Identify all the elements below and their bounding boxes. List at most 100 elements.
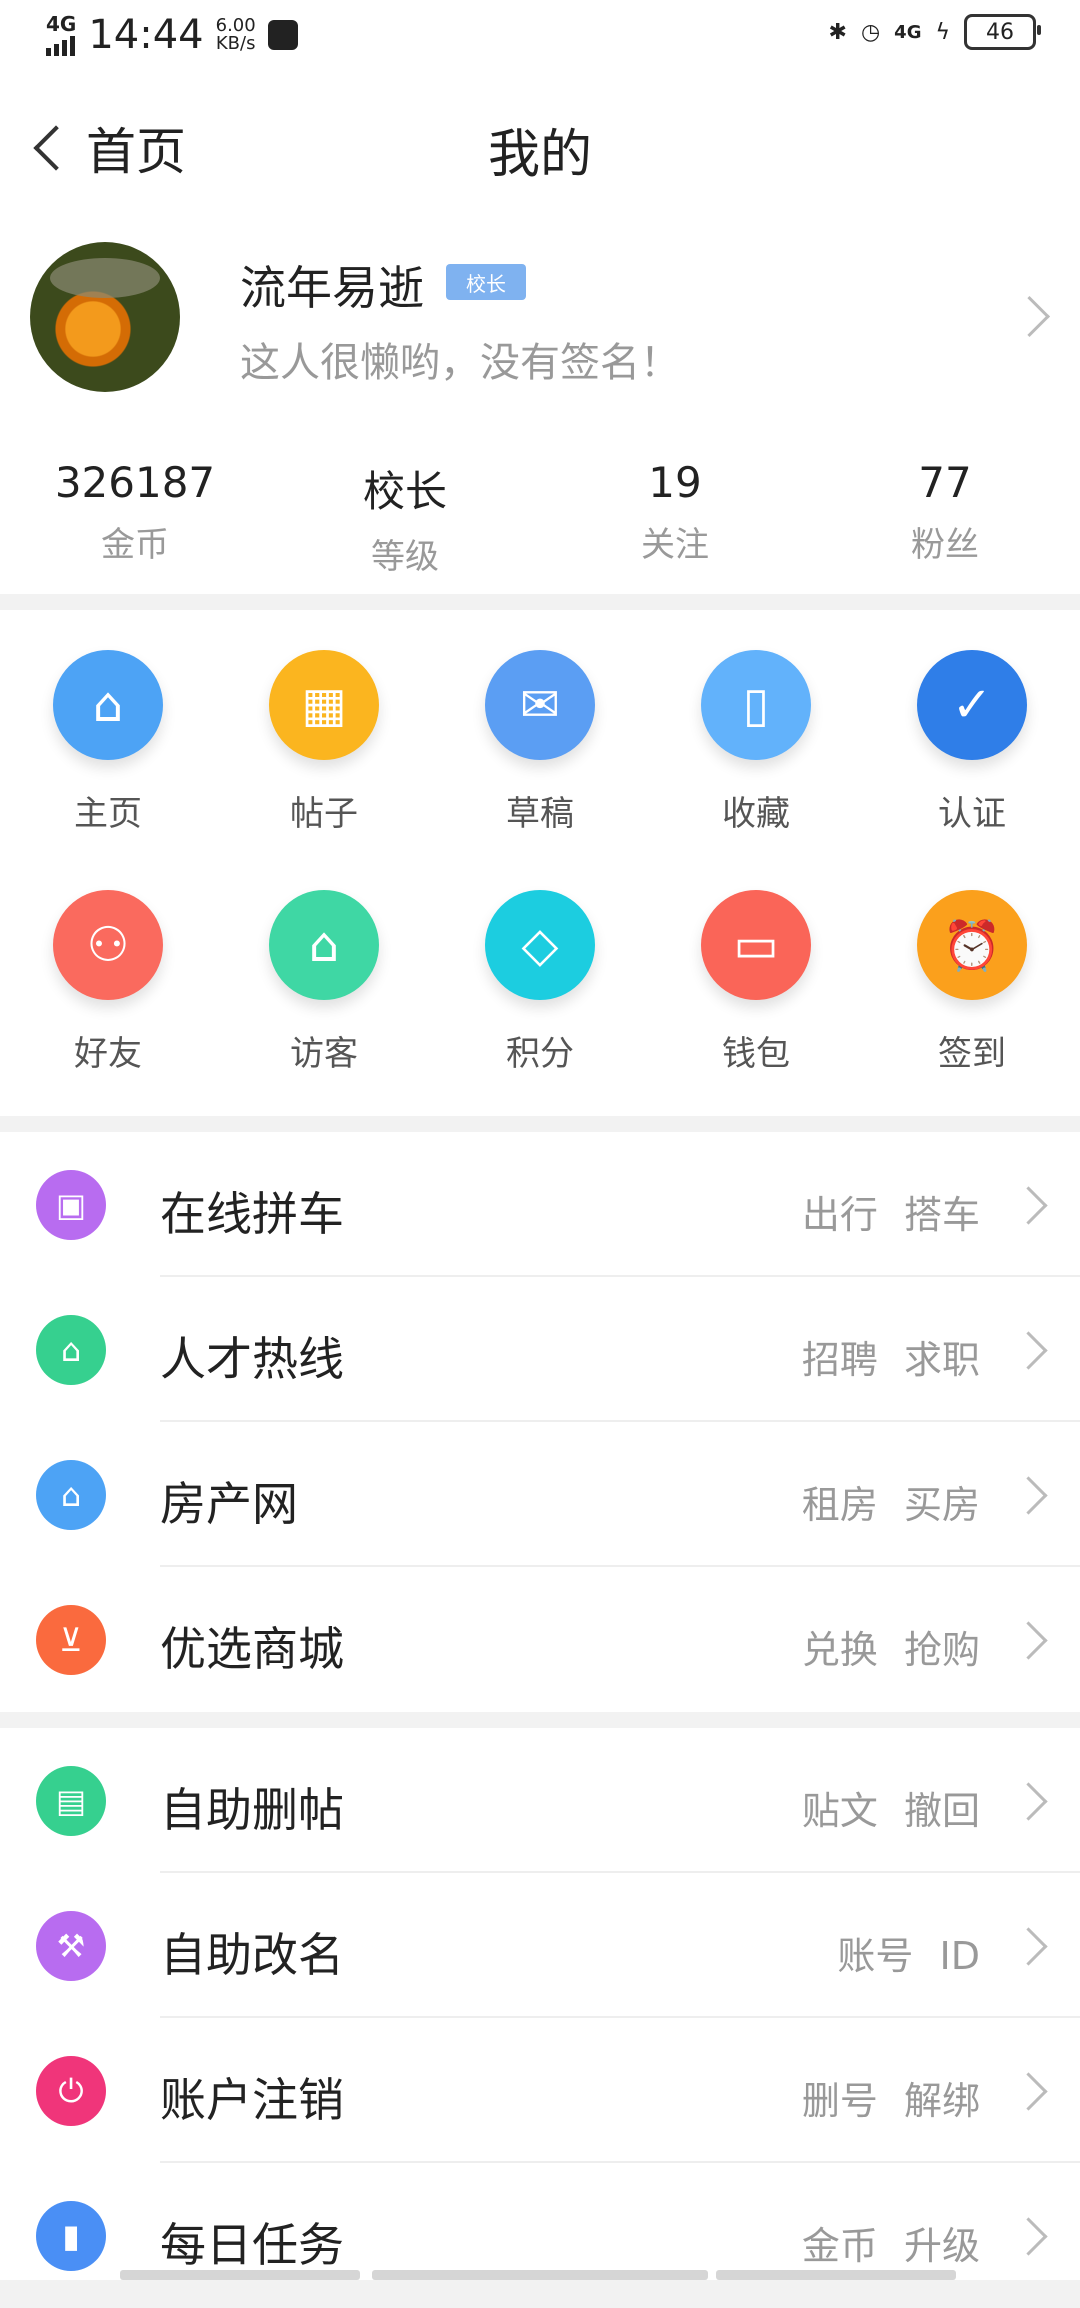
stat-value: 326187 [54, 458, 216, 507]
stat-value: 77 [918, 458, 972, 507]
grid-label: 好友 [74, 1034, 142, 1074]
list-item-mall[interactable]: ⊻ 优选商城 兑换 抢购 [0, 1567, 1080, 1712]
bottom-indicator [372, 2270, 708, 2280]
home-icon: ⌂ [53, 650, 163, 760]
alarm-icon: ◷ [860, 19, 881, 45]
chevron-right-icon[interactable] [1008, 295, 1051, 338]
network-type: 4G [46, 12, 77, 36]
stat-label: 金币 [101, 525, 169, 565]
draft-icon: ✉ [485, 650, 595, 760]
list-item-title: 自助改名 [160, 1928, 344, 1982]
list-item-title: 自助删帖 [160, 1783, 344, 1837]
graduation-cap-icon: ⌂ [269, 890, 379, 1000]
nav-bar: 首页 我的 [0, 72, 1080, 222]
list-item-jobs[interactable]: ⌂ 人才热线 招聘 求职 [0, 1277, 1080, 1422]
list-item-tags: 兑换 抢购 [801, 1628, 980, 1672]
status-bar: 4G 14:44 6.00 KB/s ✱ ◷ 4G ϟ 46 [0, 0, 1080, 72]
grid-label: 钱包 [722, 1034, 790, 1074]
status-time: 14:44 [88, 12, 204, 58]
alarm-clock-icon: ⏰ [917, 890, 1027, 1000]
chevron-right-icon [1009, 2072, 1048, 2111]
signal-indicator: 4G [46, 14, 76, 56]
taxi-icon: ▣ [36, 1170, 106, 1240]
grid-label: 收藏 [722, 794, 790, 834]
stat-label: 等级 [371, 537, 439, 577]
chevron-right-icon [1009, 1621, 1048, 1660]
list-item-close-account[interactable]: ⏻ 账户注销 删号 解绑 [0, 2018, 1080, 2163]
chevron-right-icon [1009, 1186, 1048, 1225]
chevron-right-icon [1009, 2217, 1048, 2256]
grid-item-home[interactable]: ⌂ 主页 [0, 650, 216, 835]
list-item-rename[interactable]: ⚒ 自助改名 账号 ID [0, 1873, 1080, 2018]
signature: 这人很懒哟，没有签名！ [240, 340, 680, 386]
list-item-tags: 租房 买房 [801, 1483, 980, 1527]
battery-level: 46 [986, 19, 1014, 45]
stat-value: 19 [648, 458, 702, 507]
power-icon: ⏻ [36, 2056, 106, 2126]
bottom-indicator [120, 2270, 360, 2280]
book-icon: ▤ [36, 1766, 106, 1836]
chevron-right-icon [1009, 1476, 1048, 1515]
feature-grid: ⌂ 主页 ▦ 帖子 ✉ 草稿 ▯ 收藏 ✓ 认证 ⚇ 好友 ⌂ 访客 ◇ 积分 … [0, 610, 1080, 1116]
profile-card[interactable]: 流年易逝 校长 这人很懒哟，没有签名！ [0, 222, 1080, 422]
grid-label: 主页 [74, 794, 142, 834]
list-item-title: 账户注销 [160, 2073, 344, 2127]
shield-icon: ✓ [917, 650, 1027, 760]
rank-badge: 校长 [446, 264, 526, 300]
grid-item-points[interactable]: ◇ 积分 [432, 890, 648, 1075]
bottom-indicator [716, 2270, 956, 2280]
house-icon: ⌂ [36, 1460, 106, 1530]
grid-label: 访客 [290, 1034, 358, 1074]
list-item-carpool[interactable]: ▣ 在线拼车 出行 搭车 [0, 1132, 1080, 1277]
grid-label: 帖子 [290, 794, 358, 834]
list-item-title: 房产网 [160, 1477, 298, 1531]
grid-item-friends[interactable]: ⚇ 好友 [0, 890, 216, 1075]
network-speed: 6.00 KB/s [215, 15, 256, 54]
grid-label: 认证 [938, 794, 1006, 834]
grid-label: 签到 [938, 1034, 1006, 1074]
list-item-title: 人才热线 [160, 1332, 344, 1386]
list-item-daily-tasks[interactable]: ▮ 每日任务 金币 升级 [0, 2163, 1080, 2308]
bluetooth-icon: ✱ [828, 19, 847, 45]
username: 流年易逝 [240, 261, 424, 315]
stat-level[interactable]: 校长 等级 [270, 422, 540, 594]
list-item-tags: 贴文 撤回 [801, 1789, 980, 1833]
network-4g-label: 4G [894, 21, 922, 43]
list-item-tags: 招聘 求职 [801, 1338, 980, 1382]
grid-item-wallet[interactable]: ▭ 钱包 [648, 890, 864, 1075]
list-item-title: 每日任务 [160, 2218, 344, 2272]
stat-label: 关注 [641, 525, 709, 565]
list-item-title: 在线拼车 [160, 1187, 344, 1241]
grid-item-verify[interactable]: ✓ 认证 [864, 650, 1080, 835]
grid-label: 草稿 [506, 794, 574, 834]
service-list-2: ▤ 自助删帖 贴文 撤回 ⚒ 自助改名 账号 ID ⏻ 账户注销 删号 解绑 ▮… [0, 1728, 1080, 2280]
tablet-icon: ▯ [701, 650, 811, 760]
list-item-realestate[interactable]: ⌂ 房产网 租房 买房 [0, 1422, 1080, 1567]
wallet-icon: ▭ [701, 890, 811, 1000]
list-item-tags: 账号 ID [837, 1934, 980, 1978]
stat-label: 粉丝 [911, 525, 979, 565]
list-item-tags: 删号 解绑 [801, 2079, 980, 2123]
grid-item-visitors[interactable]: ⌂ 访客 [216, 890, 432, 1075]
grid-item-checkin[interactable]: ⏰ 签到 [864, 890, 1080, 1075]
chevron-right-icon [1009, 1927, 1048, 1966]
stat-coins[interactable]: 326187 金币 [0, 422, 270, 594]
chevron-right-icon [1009, 1331, 1048, 1370]
avatar[interactable] [30, 242, 180, 392]
graduation-cap-icon: ⌂ [36, 1315, 106, 1385]
list-item-tags: 金币 升级 [801, 2224, 980, 2268]
grid-item-drafts[interactable]: ✉ 草稿 [432, 650, 648, 835]
battery-icon: 46 [964, 14, 1041, 50]
bar-chart-icon: ▮ [36, 2201, 106, 2271]
list-item-delete-post[interactable]: ▤ 自助删帖 贴文 撤回 [0, 1728, 1080, 1873]
page-title: 我的 [487, 125, 592, 185]
list-item-tags: 出行 搭车 [801, 1193, 980, 1237]
chevron-right-icon [1009, 1782, 1048, 1821]
stat-fans[interactable]: 77 粉丝 [810, 422, 1080, 594]
grid-item-favorites[interactable]: ▯ 收藏 [648, 650, 864, 835]
grid-item-posts[interactable]: ▦ 帖子 [216, 650, 432, 835]
stat-value: 校长 [362, 467, 447, 516]
list-item-title: 优选商城 [160, 1622, 344, 1676]
stat-following[interactable]: 19 关注 [540, 422, 810, 594]
calendar-icon: ▦ [269, 650, 379, 760]
